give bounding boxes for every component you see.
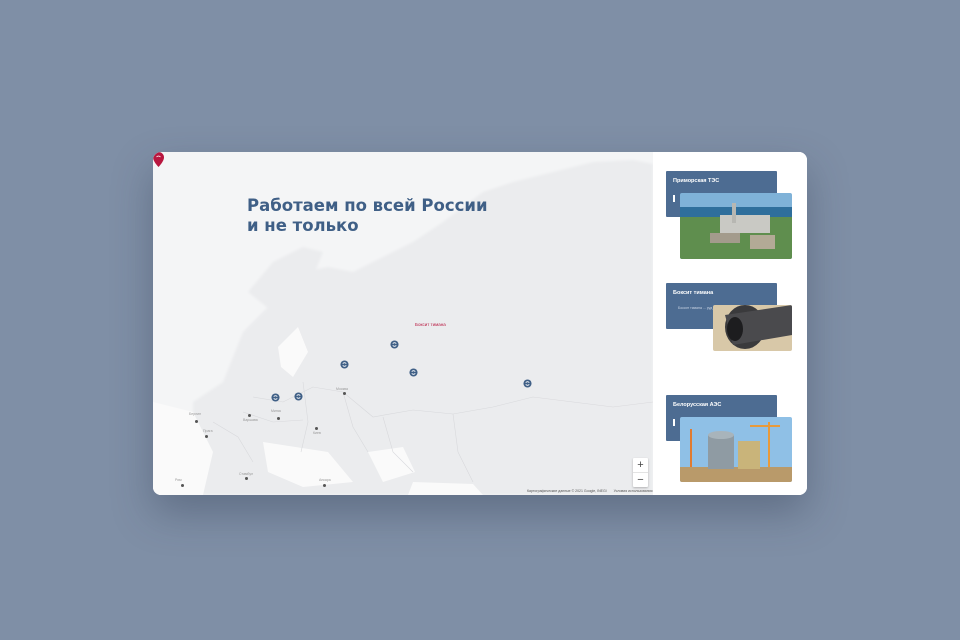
attribution-terms-link[interactable]: Условия использования bbox=[614, 489, 653, 493]
nuclear-plant-construction-photo bbox=[680, 417, 792, 482]
project-card-accent-bar bbox=[673, 419, 675, 426]
project-card-title: Боксит тимана bbox=[673, 290, 714, 296]
city-dot bbox=[277, 417, 280, 420]
city-label: Минск bbox=[271, 409, 282, 413]
site-marker-icon[interactable] bbox=[340, 360, 349, 369]
pin-label: Боксит тимана bbox=[415, 322, 446, 327]
city-dot bbox=[248, 414, 251, 417]
city-dot bbox=[245, 477, 248, 480]
zoom-out-button[interactable]: − bbox=[633, 473, 648, 487]
city-dot bbox=[205, 435, 208, 438]
city-label: Киев bbox=[313, 431, 321, 435]
city-label: Берлин bbox=[189, 412, 202, 416]
site-marker-icon[interactable] bbox=[271, 393, 280, 402]
map-pin-icon[interactable] bbox=[153, 152, 164, 167]
page-title-line1: Работаем по всей России bbox=[247, 196, 488, 215]
power-plant-aerial-photo bbox=[680, 193, 792, 259]
city-label: Рим bbox=[175, 478, 182, 482]
project-card-title: Белорусская АЭС bbox=[673, 402, 722, 408]
site-marker-icon[interactable] bbox=[294, 392, 303, 401]
city-label: Прага bbox=[203, 429, 213, 433]
projects-sidebar: Приморская ТЭС Боксит тимана Боксит тима… bbox=[653, 152, 807, 495]
site-marker-icon[interactable] bbox=[390, 340, 399, 349]
city-dot bbox=[343, 392, 346, 395]
site-marker-icon[interactable] bbox=[523, 379, 532, 388]
city-dot bbox=[323, 484, 326, 487]
project-card-title: Приморская ТЭС bbox=[673, 178, 720, 184]
project-card-subtitle: Боксит тимана ... руд bbox=[678, 306, 713, 310]
page-title: Работаем по всей России и не только bbox=[247, 196, 488, 236]
city-dot bbox=[315, 427, 318, 430]
map-attribution: Картографические данные © 2021 Google, I… bbox=[527, 489, 659, 493]
city-label: Стамбул bbox=[239, 472, 254, 476]
city-dot bbox=[195, 420, 198, 423]
city-dot bbox=[181, 484, 184, 487]
map-card: Работаем по всей России и не только Бокс… bbox=[153, 152, 807, 495]
pipe-closeup-photo bbox=[713, 305, 792, 351]
project-card-accent-bar bbox=[673, 195, 675, 202]
city-label: Варшава bbox=[243, 418, 258, 422]
site-marker-icon[interactable] bbox=[409, 368, 418, 377]
zoom-in-button[interactable]: + bbox=[633, 458, 648, 472]
attribution-data: Картографические данные © 2021 Google, I… bbox=[527, 489, 607, 493]
zoom-control: + − bbox=[633, 458, 648, 487]
map-area[interactable]: Работаем по всей России и не только Бокс… bbox=[153, 152, 653, 495]
city-label: Анкара bbox=[319, 478, 331, 482]
page-title-line2: и не только bbox=[247, 216, 359, 235]
city-label: Москва bbox=[336, 387, 348, 391]
